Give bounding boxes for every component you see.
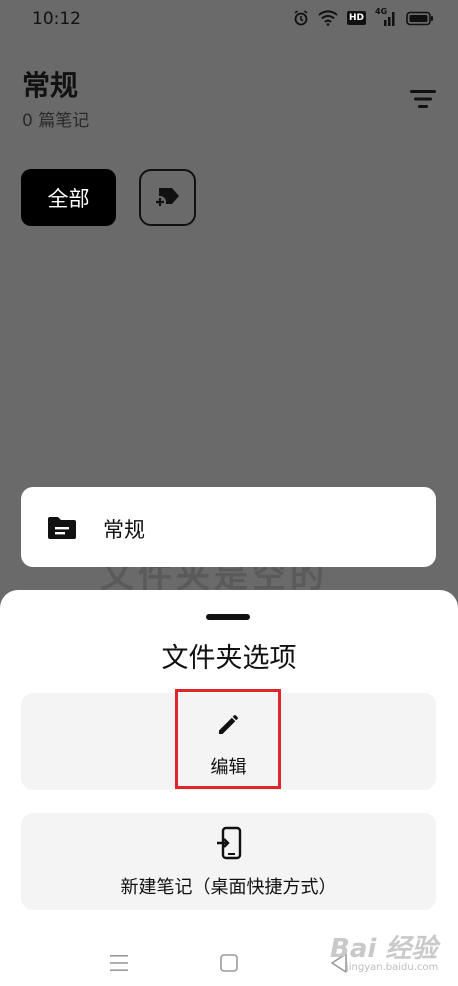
- new-note-shortcut-label: 新建笔记（桌面快捷方式）: [120, 877, 337, 898]
- highlight-box: [175, 689, 281, 789]
- menu-icon[interactable]: [109, 953, 129, 977]
- status-time: 10:12: [32, 9, 81, 29]
- status-icons: HD 4G: [293, 7, 434, 26]
- hd-icon: HD: [346, 11, 366, 25]
- note-count: 0 篇笔记: [22, 111, 90, 131]
- add-tag-icon: [153, 183, 183, 213]
- page-title: 常规: [22, 69, 79, 102]
- status-bar: 10:12 HD 4G: [0, 0, 458, 38]
- add-to-home-icon: [216, 826, 242, 864]
- chip-all[interactable]: 全部: [21, 169, 116, 226]
- watermark-logo: Bai 经验: [330, 934, 438, 964]
- 4g-signal-icon: 4G: [375, 7, 397, 26]
- home-icon[interactable]: [219, 953, 239, 977]
- new-tag-button[interactable]: [139, 169, 196, 226]
- new-note-shortcut-button[interactable]: 新建笔记（桌面快捷方式）: [21, 813, 436, 910]
- alarm-icon: [293, 10, 309, 26]
- sheet-title: 文件夹选项: [161, 643, 297, 674]
- battery-icon: [406, 11, 434, 26]
- watermark-url: jingyan.baidu.com: [346, 962, 439, 973]
- folder-card[interactable]: 常规: [21, 487, 436, 567]
- folder-name: 常规: [103, 518, 145, 542]
- sheet-drag-handle[interactable]: [206, 614, 250, 620]
- folder-icon: [47, 516, 77, 540]
- filter-icon[interactable]: [410, 88, 436, 110]
- wifi-icon: [318, 10, 338, 26]
